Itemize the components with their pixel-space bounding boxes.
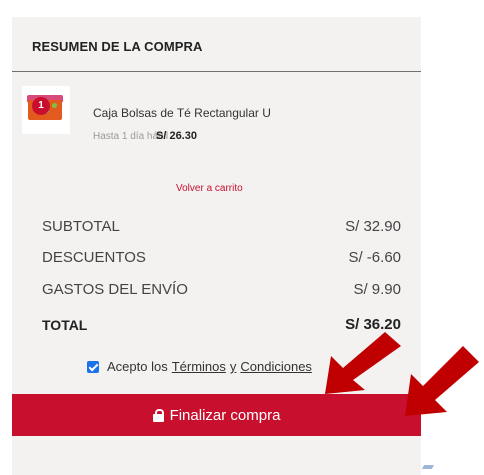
terms-row: Acepto los Términos y Condiciones	[87, 359, 312, 374]
subtotal-value: S/ 32.90	[345, 218, 401, 235]
conditions-link[interactable]: Condiciones	[240, 359, 312, 374]
discount-label: DESCUENTOS	[42, 249, 146, 266]
checkout-button-label: Finalizar compra	[169, 406, 281, 424]
back-to-cart-link[interactable]: Volver a carrito	[176, 183, 243, 194]
discount-value: S/ -6.60	[348, 249, 401, 266]
terms-link[interactable]: Términos	[172, 359, 226, 374]
lock-icon	[152, 408, 164, 422]
annotation-arrow-icon	[325, 332, 401, 394]
summary-divider	[12, 71, 421, 72]
summary-title: RESUMEN DE LA COMPRA	[32, 39, 203, 54]
total-value: S/ 36.20	[345, 316, 401, 333]
subtotal-label: SUBTOTAL	[42, 218, 120, 235]
terms-checkbox[interactable]	[87, 360, 99, 373]
product-price: S/ 26.30	[156, 130, 197, 142]
corner-mark	[421, 465, 435, 469]
shipping-value: S/ 9.90	[353, 281, 401, 298]
total-label: TOTAL	[42, 317, 88, 333]
product-decoration	[52, 103, 57, 108]
terms-connector: y	[229, 359, 237, 374]
quantity-badge: 1	[32, 97, 50, 115]
shipping-label: GASTOS DEL ENVÍO	[42, 281, 188, 298]
checkout-button[interactable]: Finalizar compra	[12, 394, 421, 436]
annotation-arrow-icon	[405, 346, 479, 416]
product-name: Caja Bolsas de Té Rectangular U	[93, 106, 271, 120]
terms-prefix: Acepto los	[107, 359, 168, 374]
